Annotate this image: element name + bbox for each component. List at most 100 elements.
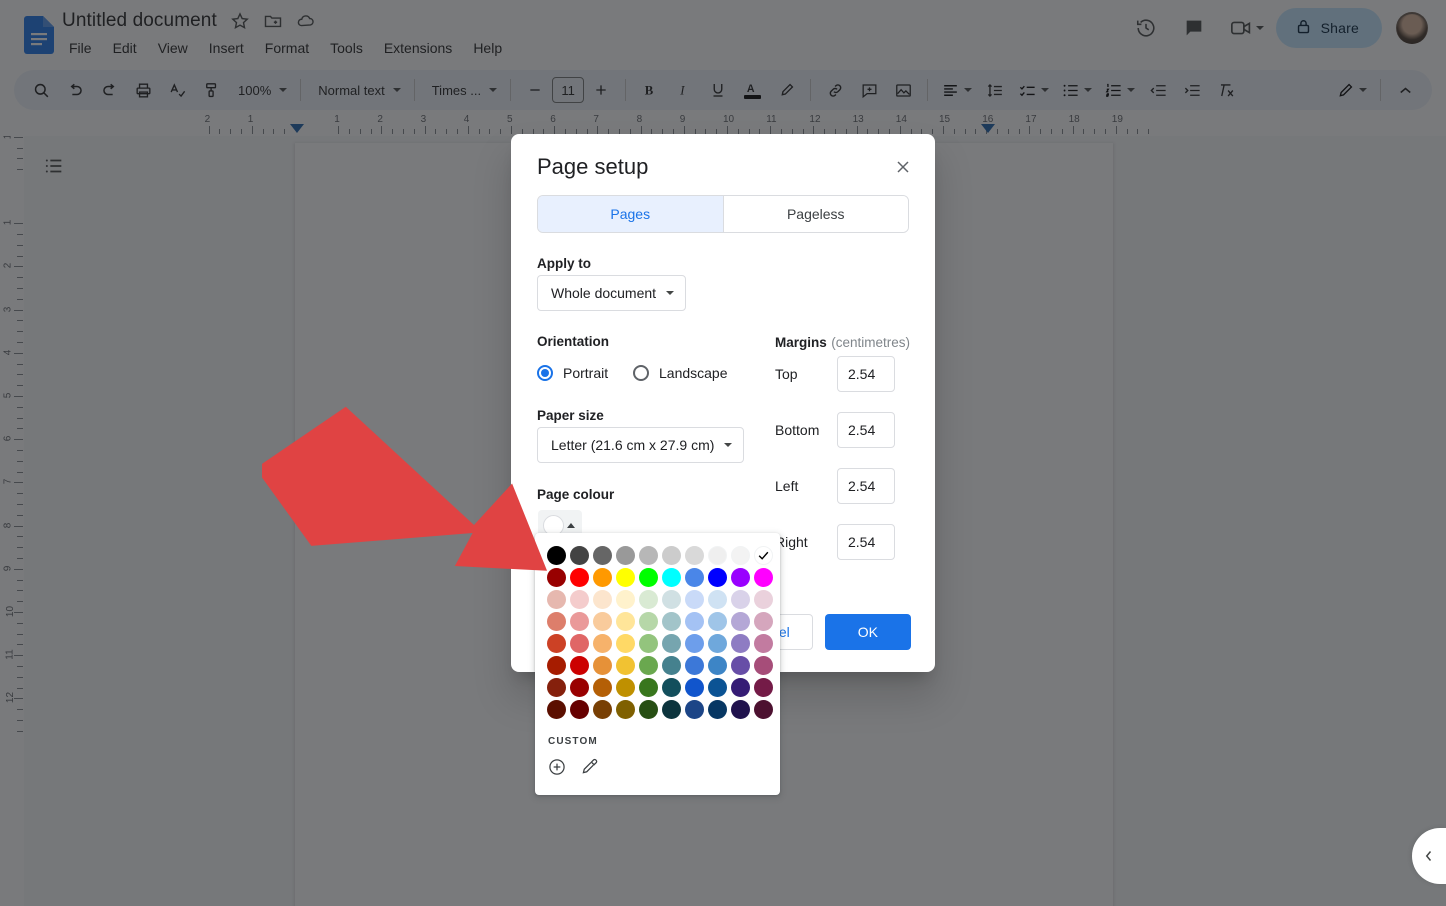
add-circle-icon[interactable]: [547, 757, 567, 777]
palette-swatch[interactable]: [614, 544, 636, 566]
palette-swatch[interactable]: [660, 698, 682, 720]
palette-swatch[interactable]: [706, 610, 728, 632]
move-to-folder-icon[interactable]: [263, 11, 283, 31]
search-icon[interactable]: [26, 75, 56, 105]
increase-indent-icon[interactable]: [1177, 75, 1207, 105]
palette-swatch[interactable]: [637, 566, 659, 588]
palette-swatch[interactable]: [683, 676, 705, 698]
palette-swatch[interactable]: [591, 588, 613, 610]
decrease-font-size-button[interactable]: [520, 75, 550, 105]
share-button[interactable]: Share: [1275, 8, 1382, 48]
menu-item-extensions[interactable]: Extensions: [377, 38, 459, 58]
paint-format-icon[interactable]: [196, 75, 226, 105]
palette-swatch[interactable]: [591, 654, 613, 676]
palette-swatch[interactable]: [729, 632, 751, 654]
palette-swatch[interactable]: [660, 654, 682, 676]
palette-swatch[interactable]: [591, 544, 613, 566]
underline-icon[interactable]: [703, 75, 733, 105]
palette-swatch[interactable]: [545, 544, 567, 566]
palette-swatch[interactable]: [683, 588, 705, 610]
palette-swatch[interactable]: [660, 566, 682, 588]
menu-item-format[interactable]: Format: [258, 38, 316, 58]
palette-swatch[interactable]: [545, 566, 567, 588]
palette-swatch[interactable]: [591, 698, 613, 720]
margin-right-input[interactable]: 2.54: [837, 524, 895, 560]
palette-swatch[interactable]: [614, 676, 636, 698]
palette-swatch[interactable]: [683, 544, 705, 566]
palette-swatch[interactable]: [752, 698, 774, 720]
left-indent-marker[interactable]: [290, 124, 304, 133]
palette-swatch[interactable]: [752, 632, 774, 654]
palette-swatch[interactable]: [545, 654, 567, 676]
palette-swatch[interactable]: [591, 610, 613, 632]
tab-pages[interactable]: Pages: [538, 196, 724, 232]
tab-pageless[interactable]: Pageless: [723, 196, 908, 232]
italic-icon[interactable]: I: [669, 75, 699, 105]
menu-item-insert[interactable]: Insert: [202, 38, 251, 58]
palette-swatch[interactable]: [591, 676, 613, 698]
palette-swatch[interactable]: [660, 676, 682, 698]
palette-swatch[interactable]: [706, 588, 728, 610]
palette-swatch[interactable]: [752, 566, 774, 588]
menu-item-edit[interactable]: Edit: [106, 38, 144, 58]
palette-swatch[interactable]: [637, 698, 659, 720]
zoom-level-dropdown[interactable]: 100%: [229, 75, 292, 105]
palette-swatch[interactable]: [614, 654, 636, 676]
palette-swatch[interactable]: [706, 676, 728, 698]
palette-swatch[interactable]: [683, 654, 705, 676]
palette-swatch[interactable]: [660, 588, 682, 610]
add-comment-icon[interactable]: [854, 75, 884, 105]
cloud-saved-icon[interactable]: [296, 11, 316, 31]
highlight-colour-icon[interactable]: [771, 75, 801, 105]
palette-swatch[interactable]: [614, 610, 636, 632]
palette-swatch[interactable]: [614, 588, 636, 610]
horizontal-ruler[interactable]: 2 1 1 2 3 4 5 6 7 8 9 10 11 12 13 14 15 16 17 18 19: [0, 112, 1446, 136]
apply-to-dropdown[interactable]: Whole document: [537, 275, 687, 311]
palette-swatch[interactable]: [614, 698, 636, 720]
menu-item-file[interactable]: File: [62, 38, 99, 58]
checklist-icon[interactable]: [1013, 75, 1054, 105]
document-outline-icon[interactable]: [40, 152, 68, 180]
google-meet-icon[interactable]: [1222, 8, 1268, 48]
version-history-icon[interactable]: [1126, 8, 1166, 48]
menu-item-help[interactable]: Help: [466, 38, 509, 58]
palette-swatch[interactable]: [729, 566, 751, 588]
text-colour-icon[interactable]: A: [737, 75, 767, 105]
margin-left-input[interactable]: 2.54: [837, 468, 895, 504]
palette-swatch[interactable]: [729, 544, 751, 566]
palette-swatch[interactable]: [706, 654, 728, 676]
palette-swatch-selected[interactable]: [752, 544, 774, 566]
palette-swatch[interactable]: [752, 676, 774, 698]
margin-bottom-input[interactable]: 2.54: [837, 412, 895, 448]
palette-swatch[interactable]: [545, 588, 567, 610]
star-icon[interactable]: [230, 11, 250, 31]
palette-swatch[interactable]: [637, 676, 659, 698]
menu-item-view[interactable]: View: [151, 38, 195, 58]
palette-swatch[interactable]: [614, 566, 636, 588]
palette-swatch[interactable]: [568, 654, 590, 676]
editing-mode-pencil-icon[interactable]: [1331, 75, 1372, 105]
page-title[interactable]: Untitled document: [62, 10, 217, 32]
redo-icon[interactable]: [94, 75, 124, 105]
palette-swatch[interactable]: [683, 632, 705, 654]
palette-swatch[interactable]: [706, 544, 728, 566]
palette-swatch[interactable]: [660, 632, 682, 654]
spellcheck-icon[interactable]: [162, 75, 192, 105]
palette-swatch[interactable]: [545, 610, 567, 632]
palette-swatch[interactable]: [752, 588, 774, 610]
palette-swatch[interactable]: [568, 566, 590, 588]
paragraph-style-dropdown[interactable]: Normal text: [309, 75, 405, 105]
increase-font-size-button[interactable]: [586, 75, 616, 105]
palette-swatch[interactable]: [752, 610, 774, 632]
palette-swatch[interactable]: [545, 698, 567, 720]
paper-size-dropdown[interactable]: Letter (21.6 cm x 27.9 cm): [537, 427, 745, 463]
font-size-input[interactable]: 11: [552, 77, 585, 103]
palette-swatch[interactable]: [660, 610, 682, 632]
palette-swatch[interactable]: [568, 610, 590, 632]
close-icon[interactable]: [889, 153, 917, 181]
line-spacing-icon[interactable]: [980, 75, 1010, 105]
menu-item-tools[interactable]: Tools: [323, 38, 370, 58]
palette-swatch[interactable]: [683, 610, 705, 632]
decrease-indent-icon[interactable]: [1143, 75, 1173, 105]
palette-swatch[interactable]: [614, 632, 636, 654]
